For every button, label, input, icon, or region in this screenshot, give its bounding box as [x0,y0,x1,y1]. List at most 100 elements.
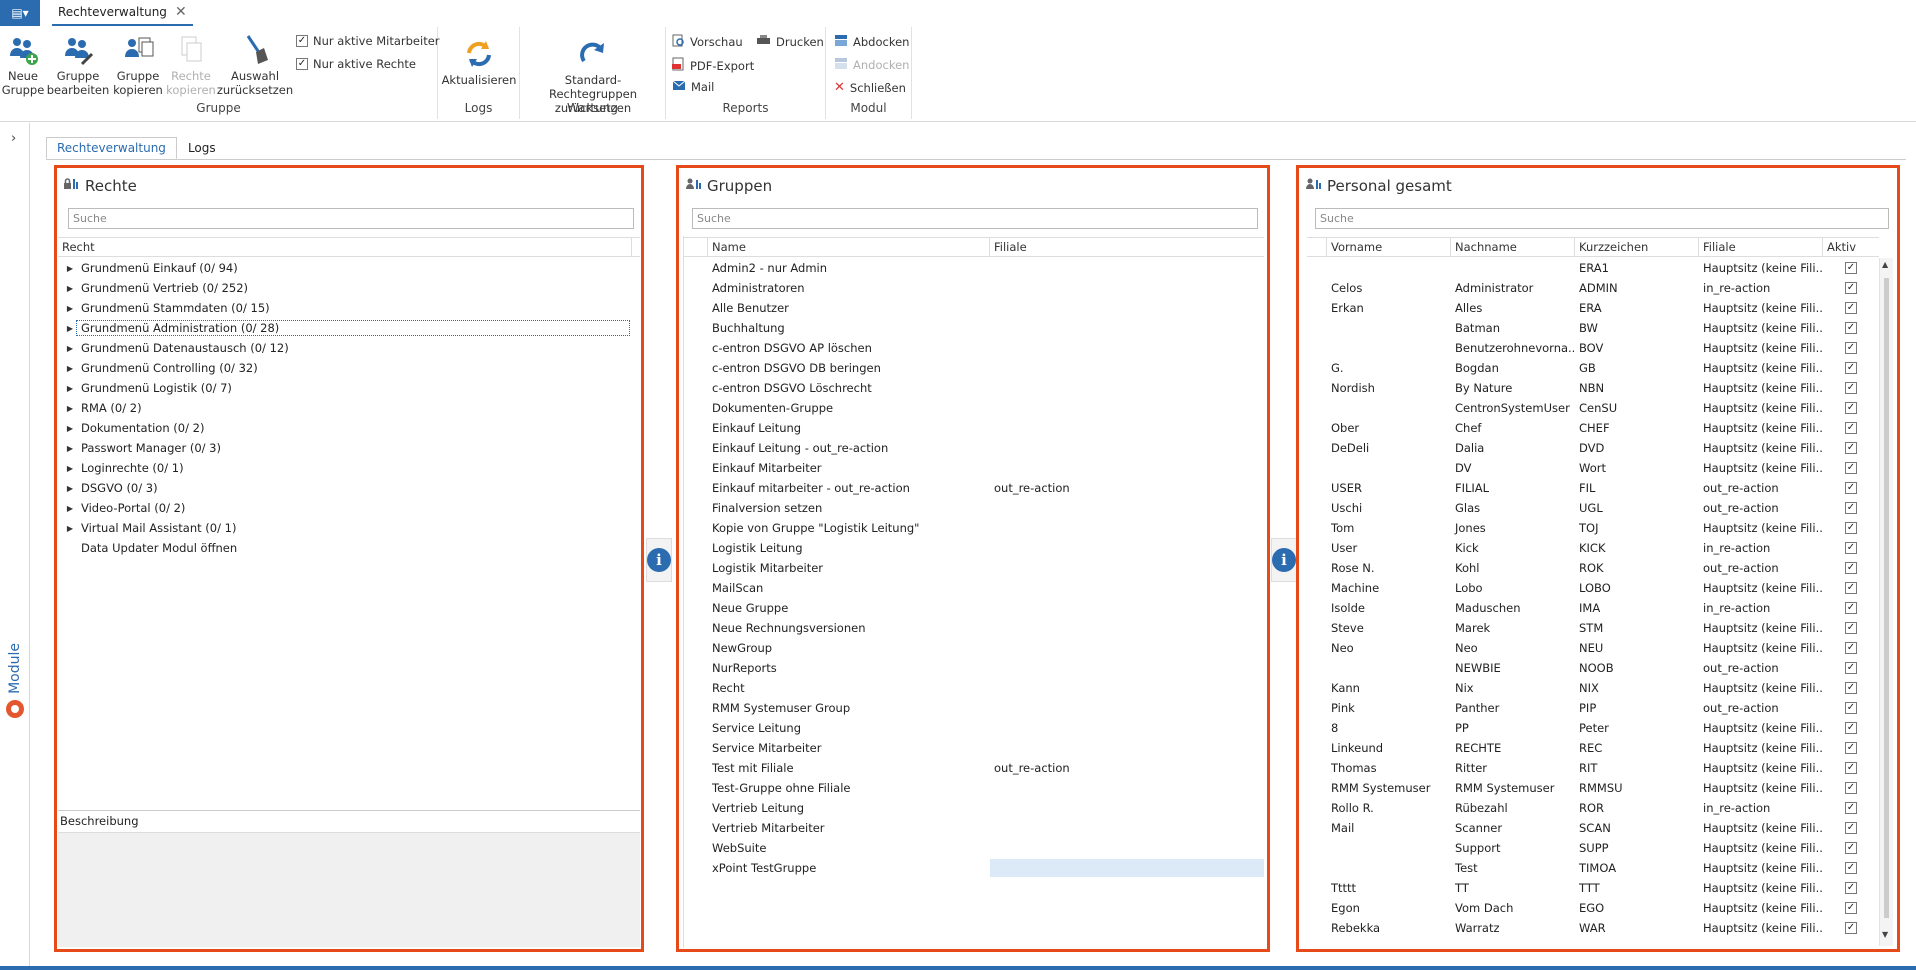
table-row[interactable]: MailScan [708,578,1264,598]
active-checkbox[interactable]: ✓ [1845,762,1857,774]
table-row[interactable]: Dokumenten-Gruppe [708,398,1264,418]
table-row[interactable]: Pink Panther PIP out_re-action ✓ [1327,698,1879,718]
expand-arrow-icon[interactable]: ▶ [63,504,77,513]
rechte-tree-item[interactable]: ▶ Video-Portal (0/ 2) [63,498,639,518]
table-row[interactable]: Linkeund RECHTE REC Hauptsitz (keine Fili..… [1327,738,1879,758]
active-checkbox[interactable]: ✓ [1845,382,1857,394]
personal-scrollbar[interactable]: ▲ ▼ [1879,258,1893,946]
column-header-kurzzeichen[interactable]: Kurzzeichen [1575,238,1699,257]
column-header-name[interactable]: Name [708,238,990,257]
close-module-button[interactable]: ✕ Schließen [834,80,906,95]
print-button[interactable]: Drucken [756,34,824,50]
column-header-aktiv[interactable]: Aktiv [1823,238,1879,257]
active-checkbox[interactable]: ✓ [1845,422,1857,434]
active-checkbox[interactable]: ✓ [1845,742,1857,754]
active-checkbox[interactable]: ✓ [1845,602,1857,614]
mail-button[interactable]: Mail [672,80,714,94]
active-checkbox[interactable]: ✓ [1845,662,1857,674]
table-row[interactable]: CentronSystemUser CenSU Hauptsitz (keine F… [1327,398,1879,418]
active-checkbox[interactable]: ✓ [1845,862,1857,874]
active-checkbox[interactable]: ✓ [1845,542,1857,554]
preview-button[interactable]: Vorschau [672,34,743,50]
table-row[interactable]: Support SUPP Hauptsitz (keine Fili... ✓ [1327,838,1879,858]
active-checkbox[interactable]: ✓ [1845,562,1857,574]
rechte-tree-item[interactable]: Data Updater Modul öffnen [63,538,639,558]
close-tab-icon[interactable]: ✕ [175,4,187,20]
active-checkbox[interactable]: ✓ [1845,402,1857,414]
table-row[interactable]: Vertrieb Leitung [708,798,1264,818]
table-row[interactable]: Mail Scanner SCAN Hauptsitz (keine Fili... ✓ [1327,818,1879,838]
new-group-button[interactable]: Neue Gruppe [2,31,44,97]
rechte-search-input[interactable]: Suche [68,208,634,229]
table-row[interactable]: Service Leitung [708,718,1264,738]
active-checkbox[interactable]: ✓ [1845,482,1857,494]
chevron-right-icon[interactable]: › [11,131,16,146]
refresh-button[interactable]: Aktualisieren [442,35,516,87]
active-checkbox[interactable]: ✓ [1845,842,1857,854]
expand-arrow-icon[interactable]: ▶ [63,484,77,493]
active-checkbox[interactable]: ✓ [1845,642,1857,654]
app-menu-button[interactable]: ▤▾ [0,0,40,26]
scroll-down-icon[interactable]: ▼ [1882,930,1888,939]
active-checkbox[interactable]: ✓ [1845,722,1857,734]
active-checkbox[interactable]: ✓ [1845,522,1857,534]
pdf-export-button[interactable]: PDF-Export [672,57,754,74]
active-checkbox[interactable]: ✓ [1845,302,1857,314]
table-row[interactable]: Admin2 - nur Admin [708,258,1264,278]
rechte-tree-item[interactable]: ▶ Virtual Mail Assistant (0/ 1) [63,518,639,538]
active-checkbox[interactable]: ✓ [1845,682,1857,694]
active-checkbox[interactable]: ✓ [1845,282,1857,294]
info-button-1[interactable]: i [646,538,672,582]
info-button-2[interactable]: i [1271,538,1297,582]
table-row[interactable]: RMM Systemuser RMM Systemuser RMMSU Hauptsi… [1327,778,1879,798]
table-row[interactable]: Test mit Filiale out_re-action [708,758,1264,778]
active-checkbox[interactable]: ✓ [1845,802,1857,814]
table-row[interactable]: Test TIMOA Hauptsitz (keine Fili... ✓ [1327,858,1879,878]
table-row[interactable]: Egon Vom Dach EGO Hauptsitz (keine Fili... ✓ [1327,898,1879,918]
table-row[interactable]: Buchhaltung [708,318,1264,338]
active-checkbox[interactable]: ✓ [1845,922,1857,934]
column-header-recht[interactable]: Recht [58,238,632,257]
undock-button[interactable]: Abdocken [834,34,909,50]
table-row[interactable]: NurReports [708,658,1264,678]
only-active-staff-checkbox[interactable]: ✓ Nur aktive Mitarbeiter [296,34,440,48]
expand-arrow-icon[interactable]: ▶ [63,404,77,413]
reset-selection-button[interactable]: Auswahl zurücksetzen [217,31,293,97]
table-row[interactable]: Batman BW Hauptsitz (keine Fili... ✓ [1327,318,1879,338]
table-row[interactable]: Einkauf Leitung [708,418,1264,438]
table-row[interactable]: Kann Nix NIX Hauptsitz (keine Fili... ✓ [1327,678,1879,698]
column-header-nachname[interactable]: Nachname [1451,238,1575,257]
scroll-thumb[interactable] [1884,278,1889,918]
active-checkbox[interactable]: ✓ [1845,902,1857,914]
column-header-vorname[interactable]: Vorname [1327,238,1451,257]
table-row[interactable]: Einkauf Leitung - out_re-action [708,438,1264,458]
only-active-rights-checkbox[interactable]: ✓ Nur aktive Rechte [296,57,416,71]
active-checkbox[interactable]: ✓ [1845,502,1857,514]
active-checkbox[interactable]: ✓ [1845,442,1857,454]
expand-arrow-icon[interactable]: ▶ [63,524,77,533]
active-checkbox[interactable]: ✓ [1845,702,1857,714]
column-header-filiale[interactable]: Filiale [990,238,1264,257]
table-row[interactable]: Ttttt TT TTT Hauptsitz (keine Fili... ✓ [1327,878,1879,898]
expand-arrow-icon[interactable]: ▶ [63,264,77,273]
table-row[interactable]: NEWBIE NOOB out_re-action ✓ [1327,658,1879,678]
active-checkbox[interactable]: ✓ [1845,882,1857,894]
table-row[interactable]: c-entron DSGVO DB beringen [708,358,1264,378]
rechte-tree-item[interactable]: ▶ Dokumentation (0/ 2) [63,418,639,438]
table-row[interactable]: c-entron DSGVO Löschrecht [708,378,1264,398]
rechte-tree-item[interactable]: ▶ Loginrechte (0/ 1) [63,458,639,478]
table-row[interactable]: Machine Lobo LOBO Hauptsitz (keine Fili... ✓ [1327,578,1879,598]
tab-rechteverwaltung[interactable]: Rechteverwaltung [46,137,177,159]
active-checkbox[interactable]: ✓ [1845,822,1857,834]
table-row[interactable]: Rose N. Kohl ROK out_re-action ✓ [1327,558,1879,578]
table-row[interactable]: Steve Marek STM Hauptsitz (keine Fili... ✓ [1327,618,1879,638]
expand-arrow-icon[interactable]: ▶ [63,304,77,313]
table-row[interactable]: c-entron DSGVO AP löschen [708,338,1264,358]
table-row[interactable]: Neue Gruppe [708,598,1264,618]
rechte-tree-item[interactable]: ▶ Passwort Manager (0/ 3) [63,438,639,458]
table-row[interactable]: RMM Systemuser Group [708,698,1264,718]
table-row[interactable]: xPoint TestGruppe [708,858,1264,878]
table-row[interactable]: User Kick KICK in_re-action ✓ [1327,538,1879,558]
table-row[interactable]: Ober Chef CHEF Hauptsitz (keine Fili... ✓ [1327,418,1879,438]
table-row[interactable]: Test-Gruppe ohne Filiale [708,778,1264,798]
